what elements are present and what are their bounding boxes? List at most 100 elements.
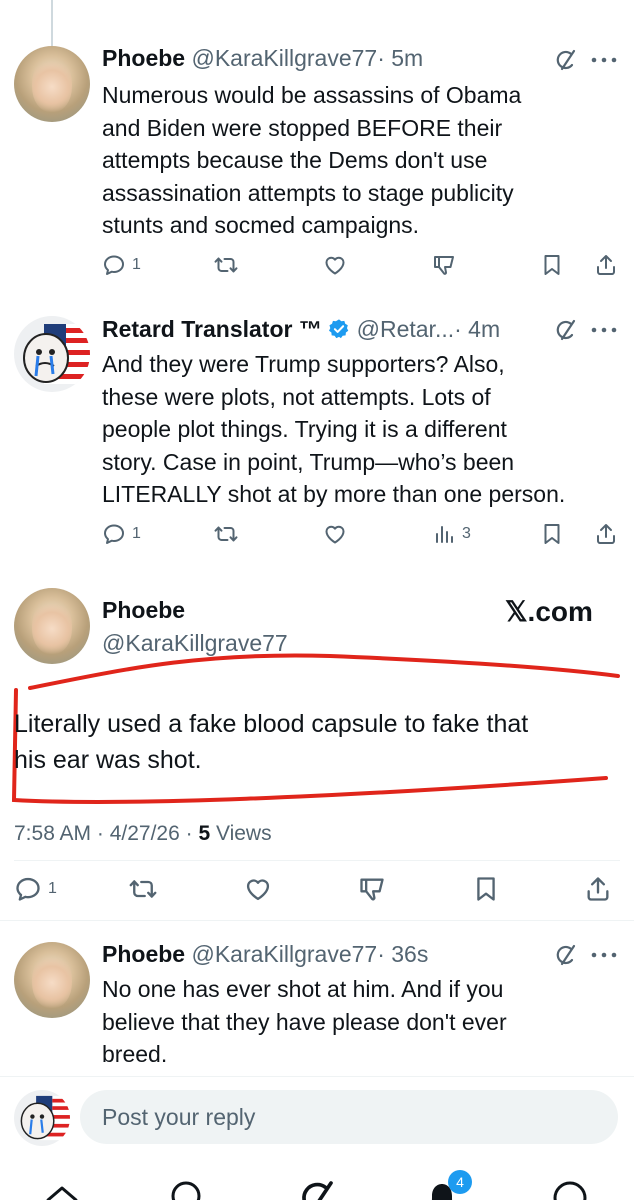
- retweet-button[interactable]: [214, 519, 238, 549]
- tweet-time[interactable]: · 36s: [377, 941, 428, 967]
- avatar[interactable]: [14, 942, 90, 1018]
- retweet-button[interactable]: [129, 874, 157, 904]
- author-handle[interactable]: @KaraKillgrave77: [191, 45, 377, 71]
- grok-icon[interactable]: [553, 943, 577, 967]
- like-button[interactable]: [323, 519, 347, 549]
- tweet-line: breed.: [102, 1041, 168, 1067]
- share-icon: [584, 875, 612, 903]
- tweet-line: Literally used a fake blood capsule to f…: [14, 710, 529, 738]
- grok-icon[interactable]: [553, 318, 577, 342]
- tweet-text: Literally used a fake blood capsule to f…: [14, 706, 624, 778]
- share-icon: [594, 253, 618, 277]
- author-name[interactable]: Retard Translator ™: [102, 316, 322, 342]
- share-button[interactable]: [594, 519, 618, 549]
- avatar[interactable]: [14, 46, 90, 122]
- author-handle[interactable]: @Retar...: [357, 316, 455, 342]
- tweet-header: Retard Translator ™ @Retar...· 4m: [102, 316, 500, 343]
- tweet-line: Numerous would be assassins of Obama: [102, 82, 522, 108]
- tweet-header: Phoebe @KaraKillgrave77· 5m: [102, 45, 423, 72]
- more-icon[interactable]: [590, 55, 618, 65]
- reply-icon: [102, 522, 126, 546]
- bookmark-icon: [540, 253, 564, 277]
- reply-icon: [14, 875, 42, 903]
- avatar-image: [20, 1095, 70, 1141]
- bookmark-button[interactable]: [472, 874, 500, 904]
- dislike-button[interactable]: [432, 250, 456, 280]
- search-icon[interactable]: [168, 1178, 208, 1200]
- thread-connector-line: [51, 0, 53, 46]
- watermark: 𝕏.com: [505, 596, 593, 627]
- like-button[interactable]: [323, 250, 347, 280]
- bottom-nav: [0, 1160, 634, 1200]
- tweet-timestamp[interactable]: 7:58 AM · 4/27/26 ·: [14, 822, 198, 845]
- author-name[interactable]: Phoebe: [102, 45, 185, 71]
- tweet-time[interactable]: · 4m: [454, 316, 500, 342]
- tweet-header: Phoebe @KaraKillgrave77· 36s: [102, 941, 428, 968]
- tweet-text: No one has ever shot at him. And if you …: [102, 973, 602, 1071]
- author-handle[interactable]: @KaraKillgrave77: [191, 941, 377, 967]
- tweet-line: attempts because the Dems don't use: [102, 147, 488, 173]
- like-button[interactable]: [244, 874, 272, 904]
- reply-icon: [102, 253, 126, 277]
- tweet-text: And they were Trump supporters? Also, th…: [102, 348, 622, 511]
- avatar-image: [23, 324, 90, 384]
- home-icon[interactable]: [42, 1178, 82, 1200]
- my-avatar[interactable]: [14, 1090, 70, 1146]
- reply-count: 1: [48, 880, 57, 897]
- reply-input[interactable]: Post your reply: [80, 1090, 618, 1144]
- divider: [14, 860, 620, 861]
- tweet-line: LITERALLY shot at by more than one perso…: [102, 481, 566, 507]
- action-bar: 1 3: [102, 519, 622, 549]
- tweet-text: Numerous would be assassins of Obama and…: [102, 79, 602, 242]
- bookmark-button[interactable]: [540, 250, 564, 280]
- reply-count: 1: [132, 525, 141, 542]
- verified-badge-icon: [329, 319, 349, 339]
- tweet-line: people plot things. Trying it is a diffe…: [102, 416, 507, 442]
- reply-button[interactable]: 1: [102, 519, 141, 549]
- tweet-header: Phoebe: [102, 597, 185, 624]
- divider: [0, 1076, 634, 1077]
- bookmark-icon: [540, 522, 564, 546]
- grok-icon[interactable]: [296, 1178, 336, 1200]
- divider: [0, 920, 634, 921]
- tweet-meta: 7:58 AM · 4/27/26 · 5 Views: [14, 822, 272, 846]
- tweet-line: stunts and socmed campaigns.: [102, 212, 420, 238]
- retweet-button[interactable]: [214, 250, 238, 280]
- share-button[interactable]: [584, 874, 612, 904]
- tweet-line: No one has ever shot at him. And if you: [102, 976, 504, 1002]
- bookmark-icon: [472, 875, 500, 903]
- views-icon: [432, 522, 456, 546]
- bookmark-button[interactable]: [540, 519, 564, 549]
- dislike-button[interactable]: [358, 874, 386, 904]
- more-icon[interactable]: [590, 325, 618, 335]
- views-button[interactable]: 3: [432, 519, 471, 549]
- reply-button[interactable]: 1: [14, 874, 57, 904]
- tweet-time[interactable]: · 5m: [377, 45, 423, 71]
- action-bar: 1: [14, 874, 620, 904]
- views-count: 3: [462, 525, 471, 542]
- notification-badge: 4: [448, 1170, 472, 1194]
- tweet-line: assassination attempts to stage publicit…: [102, 179, 514, 206]
- reply-button[interactable]: 1: [102, 250, 141, 280]
- tweet-line: his ear was shot.: [14, 746, 202, 774]
- tweet-line: these were plots, not attempts. Lots of: [102, 383, 491, 410]
- profile-icon[interactable]: [550, 1178, 590, 1200]
- tweet-line: and Biden were stopped BEFORE their: [102, 114, 503, 141]
- avatar[interactable]: [14, 316, 90, 392]
- like-icon: [323, 253, 347, 277]
- like-icon: [323, 522, 347, 546]
- share-button[interactable]: [594, 250, 618, 280]
- action-bar: 1: [102, 250, 622, 280]
- like-icon: [244, 875, 272, 903]
- tweet-line: And they were Trump supporters? Also,: [102, 351, 505, 377]
- grok-icon[interactable]: [553, 48, 577, 72]
- dislike-icon: [432, 253, 456, 277]
- share-icon: [594, 522, 618, 546]
- author-name[interactable]: Phoebe: [102, 597, 185, 623]
- reply-placeholder: Post your reply: [102, 1104, 256, 1130]
- author-name[interactable]: Phoebe: [102, 941, 185, 967]
- more-icon[interactable]: [590, 950, 618, 960]
- retweet-icon: [129, 875, 157, 903]
- tweet-line: story. Case in point, Trump—who’s been: [102, 448, 515, 475]
- reply-count: 1: [132, 256, 141, 273]
